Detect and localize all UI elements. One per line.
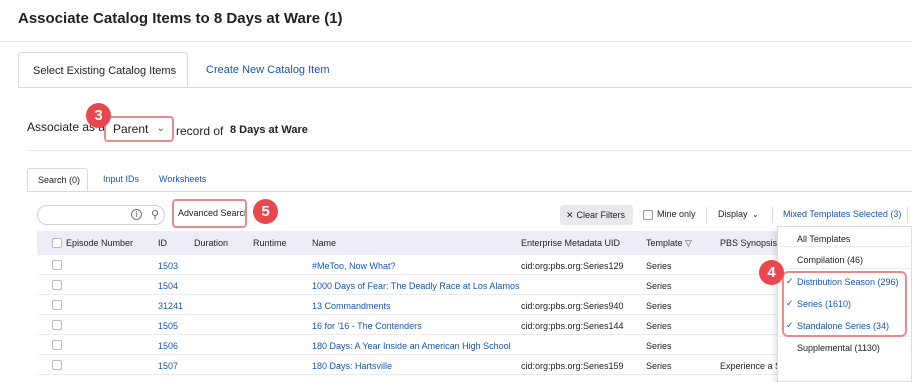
toolbar-divider [772, 207, 773, 223]
selection-highlight [782, 271, 907, 337]
column-runtime[interactable]: Runtime [253, 238, 287, 248]
dropdown-divider [777, 268, 912, 269]
tab-input-ids[interactable]: Input IDs [93, 168, 149, 192]
column-pbs-synopsis[interactable]: PBS Synopsis [720, 238, 777, 248]
advanced-search-label: Advanced Search [178, 208, 247, 218]
column-template-label: Template [646, 238, 683, 248]
display-label: Display [718, 209, 748, 219]
clear-filters-button[interactable]: ✕ Clear Filters [560, 205, 633, 225]
row-name[interactable]: 13 Commandments [312, 301, 391, 311]
clear-filters-label: Clear Filters [576, 210, 626, 220]
row-id[interactable]: 1507 [158, 361, 178, 371]
row-template: Series [646, 261, 672, 271]
row-name[interactable]: 180 Days: A Year Inside an American High… [312, 341, 511, 351]
tab-create-new[interactable]: Create New Catalog Item [192, 52, 344, 88]
row-id[interactable]: 1503 [158, 261, 178, 271]
relationship-select-value: Parent [113, 122, 149, 136]
associate-suffix: record of [176, 124, 224, 138]
row-template: Series [646, 321, 672, 331]
row-template: Series [646, 281, 672, 291]
row-checkbox[interactable] [52, 320, 62, 330]
filter-icon[interactable]: ▽ [685, 239, 692, 249]
chevron-down-icon: ⌄ [752, 210, 759, 219]
relationship-select[interactable]: Parent ⌄ [104, 116, 174, 142]
row-id[interactable]: 1505 [158, 321, 178, 331]
toolbar-divider [907, 207, 908, 223]
chevron-down-icon: ⌄ [156, 123, 165, 134]
row-name[interactable]: #MeToo, Now What? [312, 261, 396, 271]
column-name[interactable]: Name [312, 238, 336, 248]
callout-badge-4: 4 [759, 260, 784, 285]
template-option[interactable]: All Templates [797, 234, 850, 244]
search-input[interactable]: i ⚲ [37, 205, 165, 225]
dropdown-divider [777, 246, 912, 247]
row-checkbox[interactable] [52, 360, 62, 370]
associate-target: 8 Days at Ware [230, 124, 308, 136]
row-template: Series [646, 361, 672, 371]
column-enterprise-metadata-uid[interactable]: Enterprise Metadata UID [521, 238, 620, 248]
row-checkbox[interactable] [52, 340, 62, 350]
display-menu[interactable]: Display ⌄ [718, 209, 759, 219]
row-name[interactable]: 16 for '16 - The Contenders [312, 321, 422, 331]
mine-only-checkbox[interactable] [643, 210, 653, 220]
tab-worksheets[interactable]: Worksheets [149, 168, 216, 192]
tabs-divider [18, 87, 912, 88]
toolbar-divider [706, 207, 707, 223]
tab-select-existing[interactable]: Select Existing Catalog Items [18, 52, 188, 88]
template-filter-button[interactable]: Mixed Templates Selected (3) [783, 209, 901, 219]
template-option[interactable]: Compilation (46) [797, 255, 863, 265]
row-name[interactable]: 180 Days: Hartsville [312, 361, 392, 371]
row-uid: cid:org:pbs.org:Series940 [521, 301, 624, 311]
row-template: Series [646, 301, 672, 311]
template-option[interactable]: Supplemental (1130) [797, 343, 880, 353]
row-uid: cid:org:pbs.org:Series159 [521, 361, 624, 371]
dialog-title: Associate Catalog Items to 8 Days at War… [18, 10, 343, 27]
close-icon: ✕ [566, 211, 574, 221]
section-divider [27, 150, 912, 151]
search-icon[interactable]: ⚲ [151, 208, 159, 221]
callout-badge-3: 3 [86, 103, 111, 128]
callout-badge-5: 5 [253, 199, 278, 224]
column-duration[interactable]: Duration [194, 238, 228, 248]
row-template: Series [646, 341, 672, 351]
advanced-search-button[interactable]: Advanced Search [172, 199, 247, 228]
row-checkbox[interactable] [52, 300, 62, 310]
dialog-header: Associate Catalog Items to 8 Days at War… [0, 0, 912, 42]
row-uid: cid:org:pbs.org:Series129 [521, 261, 624, 271]
row-checkbox[interactable] [52, 280, 62, 290]
row-uid: cid:org:pbs.org:Series144 [521, 321, 624, 331]
row-name[interactable]: 1000 Days of Fear: The Deadly Race at Lo… [312, 281, 519, 291]
column-episode-number[interactable]: Episode Number [66, 238, 133, 248]
mine-only-label: Mine only [657, 209, 696, 219]
row-id[interactable]: 1504 [158, 281, 178, 291]
row-id[interactable]: 1506 [158, 341, 178, 351]
tab-search[interactable]: Search (0) [27, 168, 88, 192]
row-id[interactable]: 31241 [158, 301, 183, 311]
column-template[interactable]: Template ▽ [646, 238, 692, 249]
subtabs-divider [27, 191, 912, 192]
info-icon[interactable]: i [131, 209, 142, 220]
row-checkbox[interactable] [52, 260, 62, 270]
select-all-checkbox[interactable] [52, 238, 62, 248]
column-id[interactable]: ID [158, 238, 167, 248]
